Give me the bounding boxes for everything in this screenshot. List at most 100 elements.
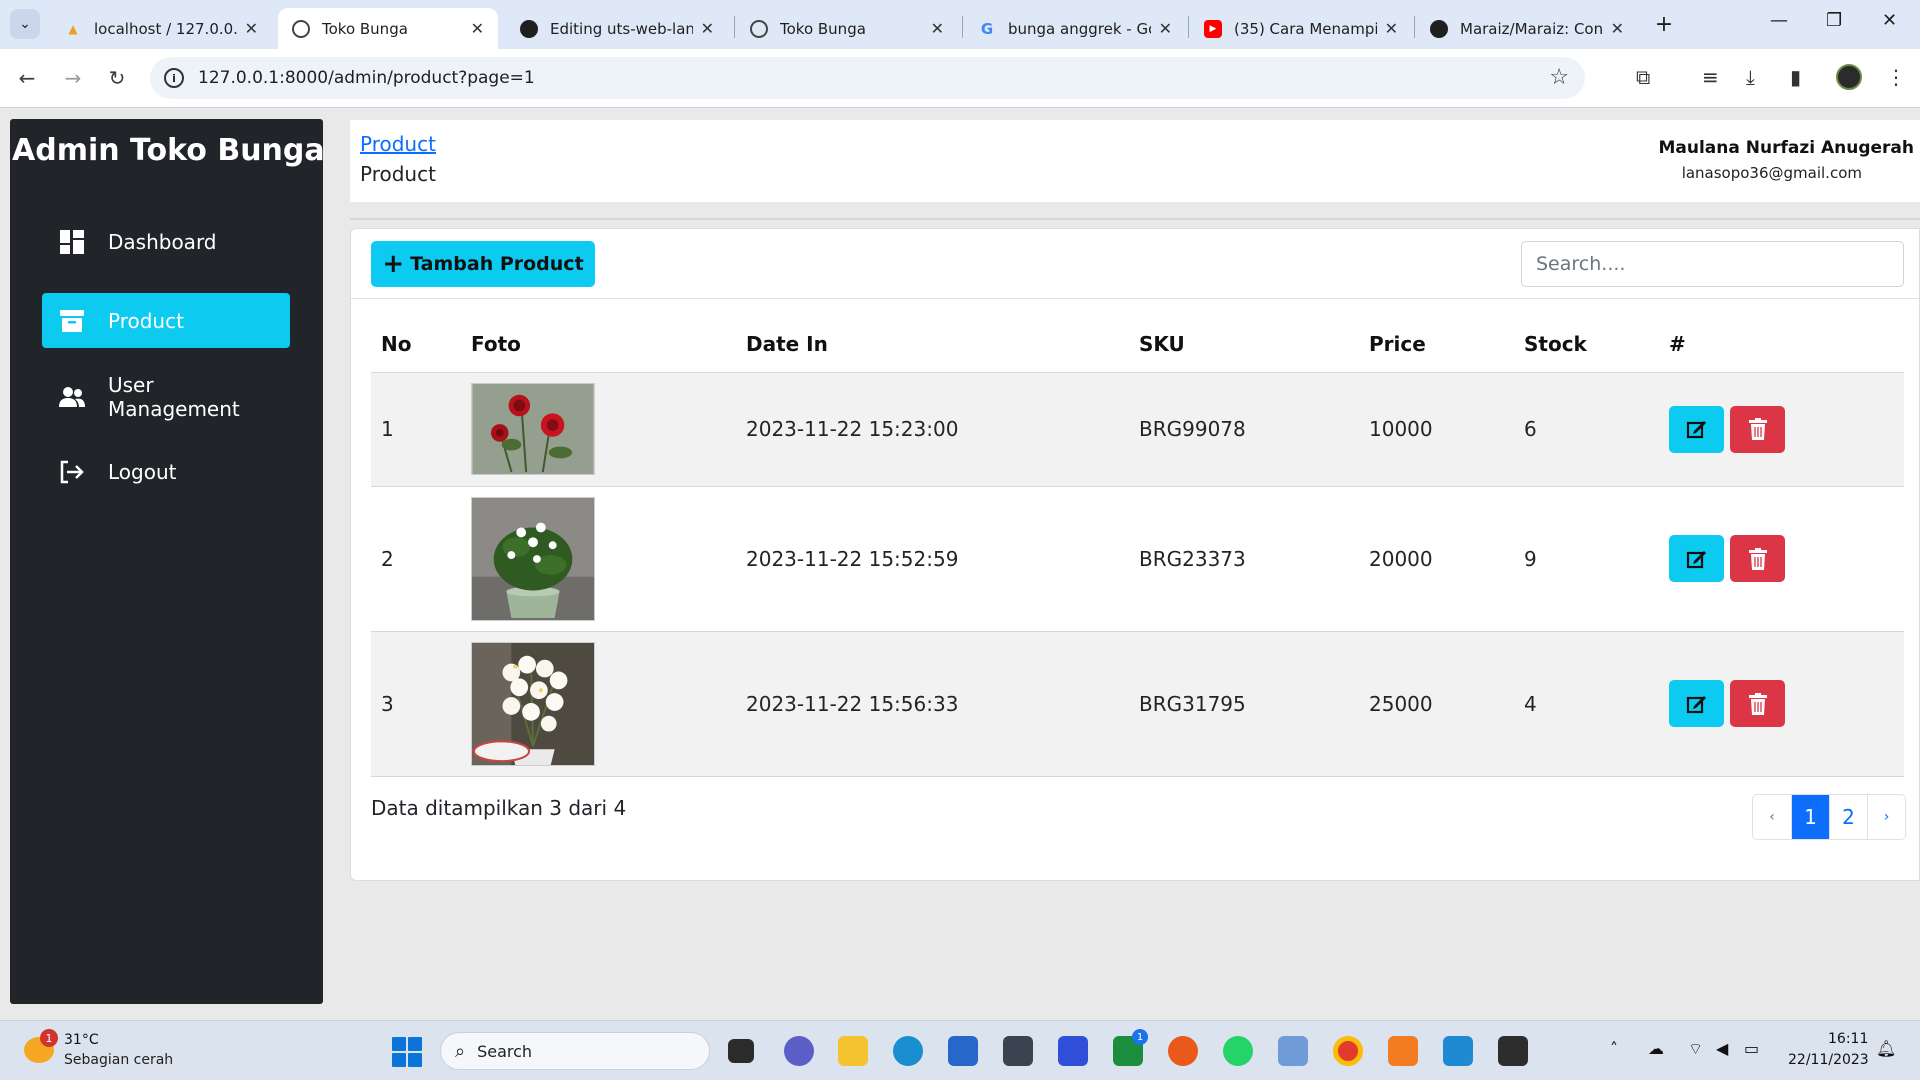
pagination: ‹ 1 2 › <box>1752 794 1906 840</box>
wifi-icon[interactable]: ⌔ <box>1688 1039 1703 1059</box>
taskbar-search-label: Search <box>477 1041 533 1061</box>
bell-icon[interactable]: 🔔︎ <box>1876 1039 1896 1058</box>
photo-cell <box>461 486 736 632</box>
delete-button[interactable] <box>1730 680 1785 727</box>
tab-separator <box>1188 16 1189 38</box>
monitor-icon[interactable] <box>1278 1036 1308 1066</box>
close-icon[interactable]: ✕ <box>245 19 258 38</box>
side-panel-icon[interactable]: ▮ <box>1790 65 1801 89</box>
app-icon[interactable] <box>1058 1036 1088 1066</box>
column-header: No <box>371 317 461 373</box>
edit-button[interactable] <box>1669 680 1724 727</box>
edit-button[interactable] <box>1669 535 1724 582</box>
whatsapp-icon[interactable] <box>1223 1036 1253 1066</box>
restore-button[interactable]: ❐ <box>1826 10 1842 31</box>
plus-icon: + <box>382 249 405 279</box>
jasmine-photo <box>471 496 595 621</box>
media-control-icon[interactable]: ≡ <box>1702 65 1719 89</box>
weather-temperature[interactable]: 31°C <box>64 1032 99 1048</box>
profile-avatar[interactable] <box>1836 64 1862 90</box>
windows-start-button[interactable] <box>392 1037 422 1067</box>
breadcrumb-link[interactable]: Product <box>360 132 436 156</box>
battery-icon[interactable]: ▭ <box>1744 1039 1759 1058</box>
close-icon: ✕ <box>1882 10 1898 31</box>
close-icon[interactable]: ✕ <box>701 19 714 38</box>
menu-kebab-icon[interactable]: ⋮ <box>1886 65 1906 89</box>
edit-button[interactable] <box>1669 405 1724 453</box>
reload-button[interactable]: ↻ <box>102 63 132 93</box>
sku: BRG23373 <box>1129 486 1359 632</box>
arrow-left-icon: ← <box>18 66 36 90</box>
cloud-icon[interactable]: ☁ <box>1648 1039 1664 1058</box>
browser-tab[interactable]: ▶ (35) Cara Menampilk ✕ <box>1190 8 1412 49</box>
trash-icon <box>1748 692 1767 715</box>
close-icon[interactable]: ✕ <box>1611 19 1624 38</box>
google-icon: G <box>980 19 994 38</box>
teams-chat-icon[interactable] <box>784 1036 814 1066</box>
delete-button[interactable] <box>1730 535 1785 582</box>
browser-tab-active[interactable]: Toko Bunga ✕ <box>278 8 498 49</box>
search-input[interactable] <box>1521 241 1904 287</box>
close-icon[interactable]: ✕ <box>471 19 484 38</box>
logout-icon <box>58 458 86 486</box>
pagination-page[interactable]: 1 <box>1791 795 1829 839</box>
xbox-badge: 1 <box>1132 1029 1148 1045</box>
bookmark-star-icon[interactable]: ☆ <box>1549 65 1569 90</box>
tab-search-button[interactable]: ⌄ <box>10 9 40 39</box>
edge-icon[interactable] <box>893 1036 923 1066</box>
delete-button[interactable] <box>1730 405 1785 453</box>
clock-time[interactable]: 16:11 <box>1828 1031 1868 1047</box>
vscode-icon[interactable] <box>1443 1036 1473 1066</box>
volume-icon[interactable]: ◀ <box>1716 1039 1728 1058</box>
browser-tab[interactable]: ▲ localhost / 127.0.0.1 / ✕ <box>50 8 272 49</box>
sidebar-item-user-management[interactable]: User Management <box>42 369 290 424</box>
close-icon[interactable]: ✕ <box>1385 19 1398 38</box>
sidebar-item-logout[interactable]: Logout <box>42 444 290 499</box>
column-header: SKU <box>1129 317 1359 373</box>
taskbar-search[interactable]: ⌕ Search <box>440 1032 710 1070</box>
browser-tab[interactable]: Toko Bunga ✕ <box>736 8 958 49</box>
download-icon[interactable]: ⤓ <box>1746 65 1755 89</box>
stock: 4 <box>1514 631 1659 777</box>
browser-tab[interactable]: G bunga anggrek - Goo ✕ <box>964 8 1186 49</box>
address-bar[interactable]: i 127.0.0.1:8000/admin/product?page=1 ☆ <box>150 57 1585 99</box>
url-text[interactable]: 127.0.0.1:8000/admin/product?page=1 <box>198 68 535 88</box>
close-icon[interactable]: ✕ <box>931 19 944 38</box>
trash-icon <box>1748 547 1767 570</box>
chevron-up-icon[interactable]: ˄ <box>1610 1039 1618 1058</box>
tab-separator <box>1414 16 1415 38</box>
file-explorer-icon[interactable] <box>838 1036 868 1066</box>
weather-condition[interactable]: Sebagian cerah <box>64 1052 173 1068</box>
close-window-button[interactable]: ✕ <box>1882 10 1897 31</box>
store-icon[interactable] <box>948 1036 978 1066</box>
firefox-icon[interactable] <box>1168 1036 1198 1066</box>
pagination-next[interactable]: › <box>1867 795 1905 839</box>
browser-tab[interactable]: Maraiz/Maraiz: Confi ✕ <box>1416 8 1638 49</box>
column-header: # <box>1659 317 1904 373</box>
column-header: Stock <box>1514 317 1659 373</box>
add-product-button[interactable]: + Tambah Product <box>371 241 595 287</box>
browser-tab[interactable]: Editing uts-web-lanju ✕ <box>506 8 728 49</box>
terminal-icon[interactable] <box>1498 1036 1528 1066</box>
unity-icon[interactable] <box>1003 1036 1033 1066</box>
tab-separator <box>734 16 735 38</box>
close-icon[interactable]: ✕ <box>1159 19 1172 38</box>
info-icon[interactable]: i <box>164 68 184 88</box>
minimize-button[interactable]: — <box>1770 10 1788 31</box>
actions-cell <box>1659 372 1904 487</box>
clock-date[interactable]: 22/11/2023 <box>1788 1052 1869 1068</box>
forward-button[interactable]: → <box>58 63 88 93</box>
sidebar-item-dashboard[interactable]: Dashboard <box>42 214 290 269</box>
task-view-icon[interactable] <box>728 1039 754 1063</box>
add-product-label: Tambah Product <box>410 253 584 275</box>
new-tab-button[interactable]: + <box>1649 9 1679 39</box>
xampp-icon[interactable] <box>1388 1036 1418 1066</box>
actions-cell <box>1659 631 1904 777</box>
pagination-prev[interactable]: ‹ <box>1753 795 1791 839</box>
pagination-page[interactable]: 2 <box>1829 795 1867 839</box>
extensions-icon[interactable]: ⧉ <box>1636 65 1650 89</box>
back-button[interactable]: ← <box>12 63 42 93</box>
chrome-icon[interactable] <box>1333 1036 1363 1066</box>
photo-cell <box>461 372 736 487</box>
sidebar-item-product[interactable]: Product <box>42 293 290 348</box>
